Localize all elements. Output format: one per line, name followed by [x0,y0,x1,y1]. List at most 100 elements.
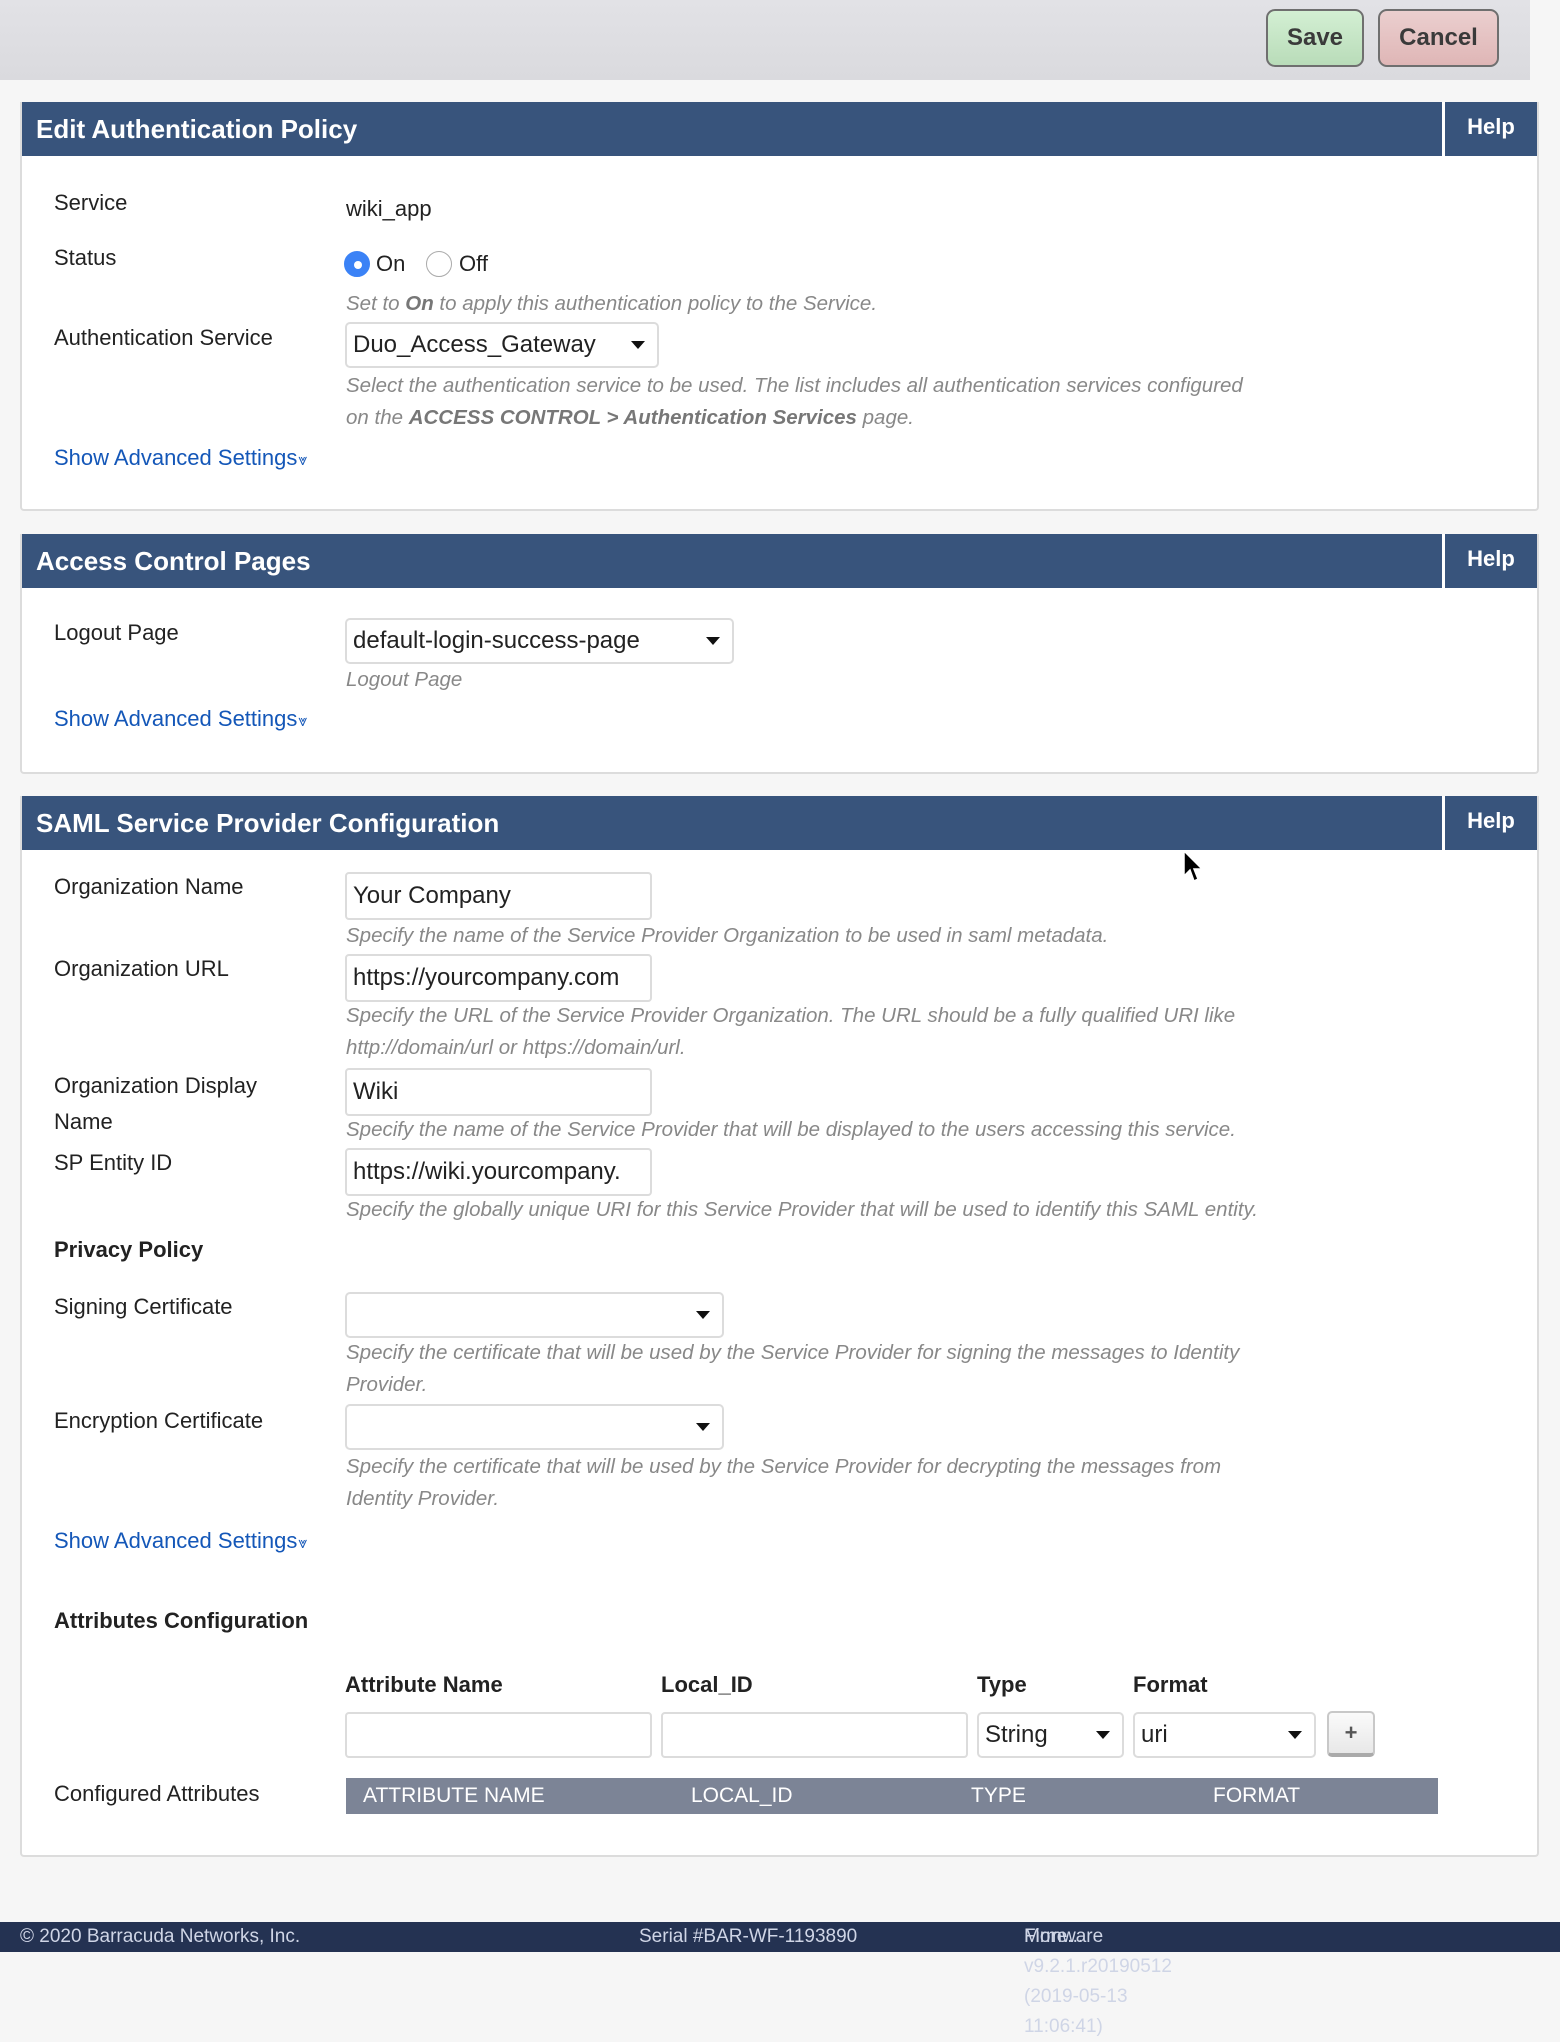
show-advanced-settings-link[interactable]: Show Advanced Settings⩔ [54,445,307,471]
authentication-service-label: Authentication Service [54,325,273,350]
serial-number-text: Serial #BAR-WF-1193890 [639,1926,858,1947]
label-line: Organization Display [54,1073,257,1098]
privacy-policy-heading: Privacy Policy [54,1237,204,1262]
type-select[interactable]: String [977,1712,1124,1758]
attribute-name-input[interactable] [345,1712,652,1758]
help-button[interactable]: Help [1442,102,1537,156]
chevron-down-icon [696,1311,710,1319]
add-attribute-button[interactable]: + [1327,1711,1375,1757]
organization-name-hint: Specify the name of the Service Provider… [346,924,1109,947]
panel-title: SAML Service Provider Configuration [36,808,500,838]
hint-text: on the [346,406,409,429]
column-header-format: Format [1133,1672,1208,1697]
copyright-text: © 2020 Barracuda Networks, Inc. [20,1926,301,1947]
format-select[interactable]: uri [1133,1712,1316,1758]
more-link[interactable]: More... [1024,1922,1083,1952]
footer-bar: © 2020 Barracuda Networks, Inc. Serial #… [0,1922,1560,2037]
organization-url-label: Organization URL [54,956,229,981]
double-chevron-down-icon: ⩔ [298,713,308,730]
hint-line: Provider. [346,1373,428,1396]
encryption-certificate-select[interactable] [345,1404,724,1450]
hint-line: Select the authentication service to be … [346,374,1243,397]
hint-bold: On [405,292,434,315]
label-line: Name [54,1109,113,1134]
mouse-cursor-icon [1183,850,1204,883]
logout-page-hint: Logout Page [346,668,463,691]
chevron-down-icon [696,1423,710,1431]
hint-text: page. [856,406,914,429]
cancel-button[interactable]: Cancel [1378,9,1499,67]
select-value: Duo_Access_Gateway [353,331,596,358]
hint-line: on the ACCESS CONTROL > Authentication S… [346,402,1243,434]
sp-entity-id-label: SP Entity ID [54,1150,173,1175]
encryption-certificate-hint: Specify the certificate that will be use… [346,1451,1221,1515]
panel-header: Access Control Pages Help [22,534,1537,588]
help-button[interactable]: Help [1442,534,1537,588]
column-header-attribute-name: Attribute Name [345,1672,503,1697]
local-id-input[interactable] [661,1712,968,1758]
signing-certificate-hint: Specify the certificate that will be use… [346,1337,1239,1401]
column-header-type: Type [977,1672,1027,1697]
authentication-service-select[interactable]: Duo_Access_Gateway [345,322,659,368]
table-header-type[interactable]: TYPE [971,1778,1026,1814]
double-chevron-down-icon: ⩔ [298,1535,308,1552]
service-value: wiki_app [346,196,432,221]
top-toolbar: Save Cancel [0,0,1530,80]
organization-name-input[interactable]: Your Company [345,872,652,920]
sp-entity-id-hint: Specify the globally unique URI for this… [346,1198,1258,1221]
authentication-service-hint: Select the authentication service to be … [346,370,1243,434]
table-header-local-id[interactable]: LOCAL_ID [691,1778,793,1814]
status-off-radio[interactable] [426,251,452,277]
show-advanced-settings-link[interactable]: Show Advanced Settings⩔ [54,706,307,732]
table-header-format[interactable]: FORMAT [1213,1778,1300,1814]
organization-display-name-label: Organization Display Name [54,1068,257,1140]
status-off-label[interactable]: Off [459,251,488,277]
encryption-certificate-label: Encryption Certificate [54,1408,264,1433]
help-button[interactable]: Help [1442,796,1537,850]
access-control-pages-panel: Access Control Pages Help Logout Page de… [20,534,1539,774]
link-text: Show Advanced Settings [54,445,298,470]
status-label: Status [54,245,117,270]
hint-line: Identity Provider. [346,1487,500,1510]
organization-name-label: Organization Name [54,874,244,899]
status-on-label[interactable]: On [376,251,405,277]
organization-display-name-input[interactable]: Wiki [345,1068,652,1116]
organization-url-input[interactable]: https://yourcompany.com [345,954,652,1002]
edit-authentication-policy-panel: Edit Authentication Policy Help Service … [20,102,1539,511]
organization-url-hint: Specify the URL of the Service Provider … [346,1000,1235,1064]
status-hint: Set to On to apply this authentication p… [346,288,877,320]
logout-page-label: Logout Page [54,620,179,645]
select-value: default-login-success-page [353,627,640,654]
table-header-attribute-name[interactable]: ATTRIBUTE NAME [363,1778,545,1814]
chevron-down-icon [631,341,645,349]
sp-entity-id-input[interactable]: https://wiki.yourcompany. [345,1148,652,1196]
hint-bold: ACCESS CONTROL > Authentication Services [408,406,857,429]
organization-display-name-hint: Specify the name of the Service Provider… [346,1118,1236,1141]
hint-text: Set to [346,292,406,315]
column-header-local-id: Local_ID [661,1672,753,1697]
link-text: Show Advanced Settings [54,1528,298,1553]
panel-title: Edit Authentication Policy [36,114,358,144]
signing-certificate-select[interactable] [345,1292,724,1338]
chevron-down-icon [1288,1731,1302,1739]
attributes-configuration-heading: Attributes Configuration [54,1608,309,1633]
panel-title: Access Control Pages [36,546,311,576]
configured-attributes-label: Configured Attributes [54,1781,260,1806]
hint-line: Specify the certificate that will be use… [346,1455,1222,1478]
hint-line: Specify the URL of the Service Provider … [346,1004,1236,1027]
link-text: Show Advanced Settings [54,706,298,731]
hint-text: to apply this authentication policy to t… [433,292,878,315]
select-value: String [985,1721,1048,1748]
chevron-down-icon [1096,1731,1110,1739]
select-value: uri [1141,1721,1168,1748]
status-on-radio[interactable] [344,251,370,277]
logout-page-select[interactable]: default-login-success-page [345,618,734,664]
hint-line: Specify the certificate that will be use… [346,1341,1240,1364]
hint-line: http://domain/url or https://domain/url. [346,1036,686,1059]
panel-header: Edit Authentication Policy Help [22,102,1537,156]
show-advanced-settings-link[interactable]: Show Advanced Settings⩔ [54,1528,307,1554]
save-button[interactable]: Save [1266,9,1364,67]
double-chevron-down-icon: ⩔ [298,452,308,469]
service-label: Service [54,190,128,215]
signing-certificate-label: Signing Certificate [54,1294,233,1319]
